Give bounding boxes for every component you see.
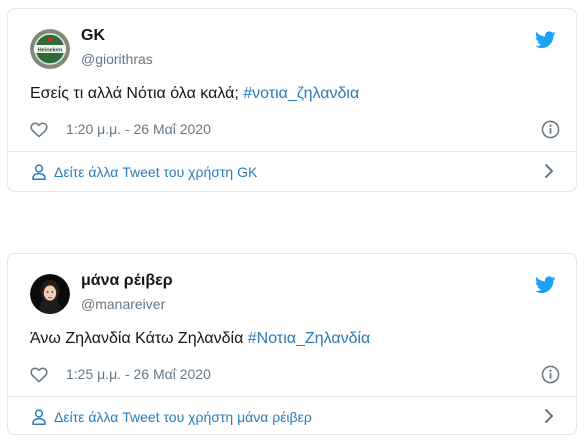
twitter-bird-icon[interactable] — [535, 31, 556, 49]
person-icon — [32, 409, 46, 425]
tweet-card: Heineken GK @giorithras Εσείς τι αλλά Νό… — [7, 8, 577, 192]
tweet-timestamp[interactable]: 1:25 μ.μ. - 26 Μαΐ 2020 — [66, 366, 211, 382]
tweet-meta: 1:25 μ.μ. - 26 Μαΐ 2020 — [30, 365, 560, 385]
tweet-card: μάνα ρέιβερ @manareiver Άνω Ζηλανδία Κάτ… — [7, 253, 577, 435]
tweet-text-body: Άνω Ζηλανδία Κάτω Ζηλανδία — [30, 330, 248, 347]
chevron-right-icon — [545, 409, 553, 423]
info-icon[interactable] — [541, 365, 560, 384]
tweet-meta: 1:20 μ.μ. - 26 Μαΐ 2020 — [30, 120, 560, 140]
more-tweets-label: Δείτε άλλα Tweet του χρήστη μάνα ρέιβερ — [54, 409, 312, 425]
chevron-right-icon — [545, 164, 553, 178]
avatar[interactable]: Heineken — [30, 29, 70, 69]
hashtag-link[interactable]: #νοτια_ζηλανδια — [243, 85, 359, 102]
avatar-image — [30, 274, 70, 314]
tweet-text: Εσείς τι αλλά Νότια όλα καλά; #νοτια_ζηλ… — [30, 85, 359, 103]
avatar[interactable] — [30, 274, 70, 314]
heart-icon[interactable] — [30, 366, 48, 383]
more-tweets-link[interactable]: Δείτε άλλα Tweet του χρήστη GK — [8, 152, 576, 191]
more-tweets-link[interactable]: Δείτε άλλα Tweet του χρήστη μάνα ρέιβερ — [8, 397, 576, 434]
avatar-image: Heineken — [30, 29, 70, 69]
avatar-badge-text: Heineken — [38, 47, 63, 53]
info-icon[interactable] — [541, 120, 560, 139]
display-name[interactable]: GK — [81, 27, 105, 45]
user-handle[interactable]: @manareiver — [81, 296, 165, 312]
tweet-timestamp[interactable]: 1:20 μ.μ. - 26 Μαΐ 2020 — [66, 121, 211, 137]
tweet-text-body: Εσείς τι αλλά Νότια όλα καλά; — [30, 85, 244, 102]
hashtag-link[interactable]: #Νοτια_Ζηλανδία — [248, 330, 371, 347]
more-tweets-label: Δείτε άλλα Tweet του χρήστη GK — [54, 164, 258, 180]
display-name[interactable]: μάνα ρέιβερ — [81, 272, 173, 290]
heart-icon[interactable] — [30, 121, 48, 138]
user-handle[interactable]: @giorithras — [81, 51, 153, 67]
tweet-text: Άνω Ζηλανδία Κάτω Ζηλανδία #Νοτια_Ζηλανδ… — [30, 330, 370, 348]
twitter-bird-icon[interactable] — [535, 276, 556, 294]
person-icon — [32, 164, 46, 180]
